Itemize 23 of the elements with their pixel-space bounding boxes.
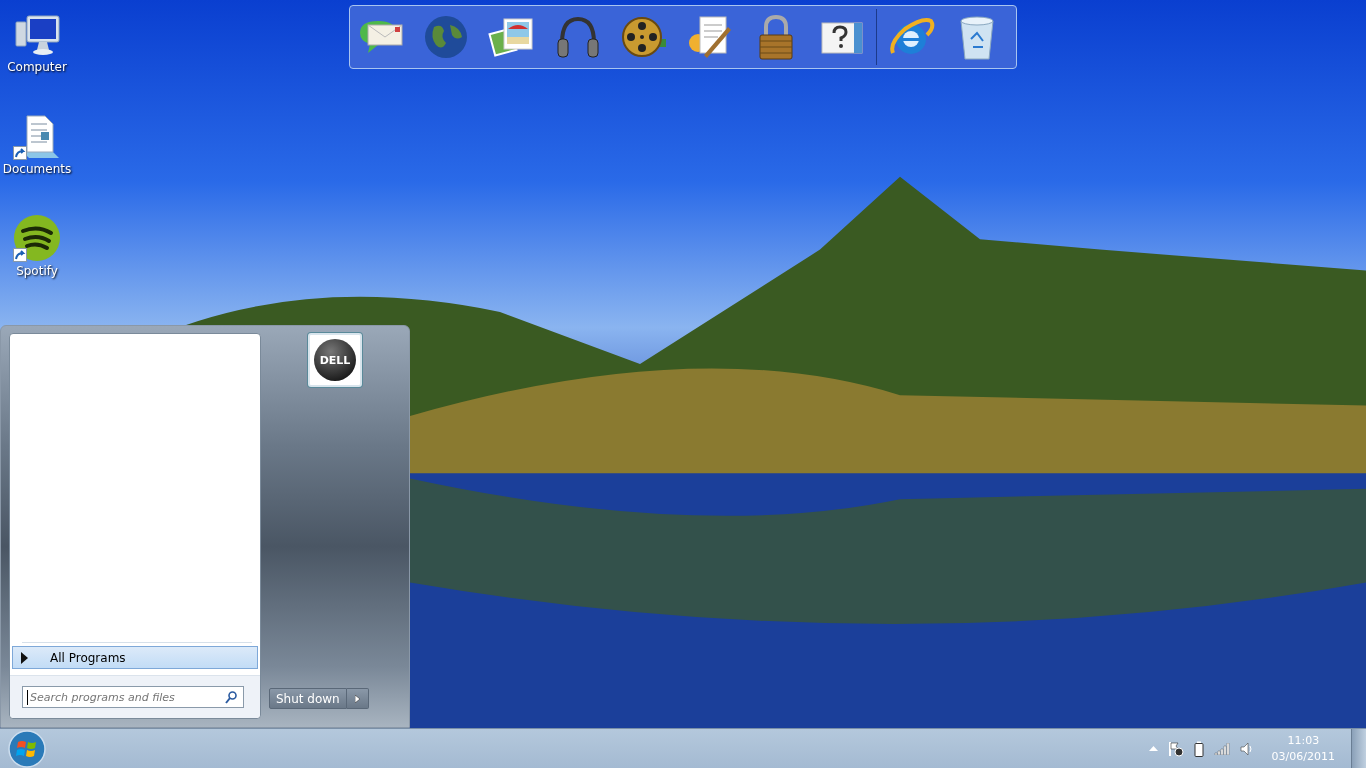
start-orb-icon[interactable] [8, 729, 46, 768]
show-desktop-button[interactable] [1351, 729, 1366, 768]
computer-monitor-icon[interactable] [13, 14, 61, 58]
shut-down-button[interactable]: Shut down [269, 688, 347, 709]
desktop-icon-label[interactable]: Computer [7, 60, 67, 74]
triangle-arrow-icon [354, 694, 360, 703]
desktop-icon-label[interactable]: Spotify [16, 264, 58, 278]
clock-date: 03/06/2011 [1271, 748, 1335, 765]
spotify-logo-icon[interactable] [13, 214, 61, 262]
triangle-arrow-icon [21, 651, 28, 664]
shortcut-arrow-icon [13, 146, 27, 160]
shut-down-options-button[interactable] [346, 688, 369, 709]
clock-time: 11:03 [1287, 732, 1320, 749]
all-programs-item[interactable]: All Programs [12, 646, 258, 669]
dell-logo: DELL [314, 339, 356, 381]
battery-icon[interactable] [1193, 740, 1204, 757]
desktop-icon-label[interactable]: Documents [2, 162, 72, 176]
flag-icon[interactable] [1167, 740, 1184, 757]
speaker-icon[interactable] [1239, 741, 1254, 756]
shortcut-arrow-icon [13, 248, 27, 262]
search-field[interactable]: Search programs and files [22, 686, 244, 708]
user-picture-tile[interactable]: DELL [308, 333, 362, 387]
search-icon [225, 690, 237, 704]
